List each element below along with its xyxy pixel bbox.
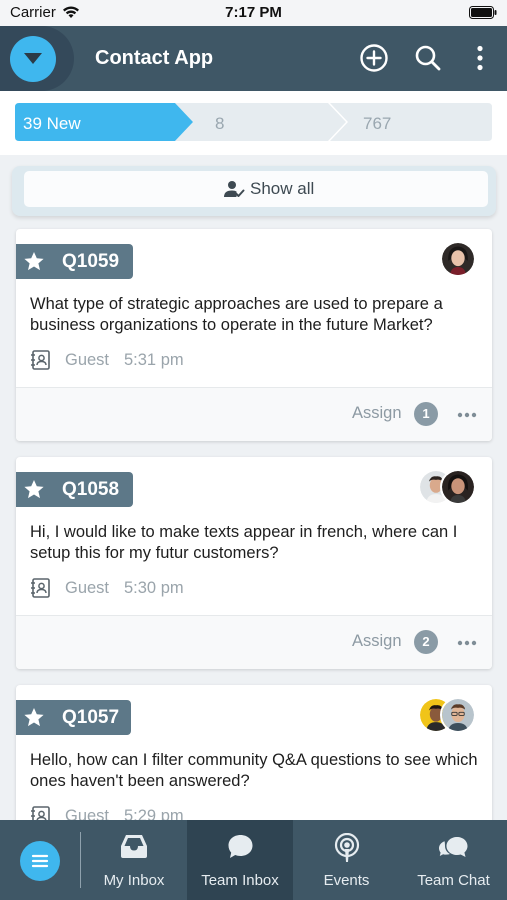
nav-item-team-inbox[interactable]: Team Inbox	[187, 820, 293, 900]
show-all-label: Show all	[250, 179, 315, 198]
question-text: What type of strategic approaches are us…	[30, 295, 443, 334]
avatar	[440, 469, 476, 505]
caret-down-icon	[24, 53, 42, 64]
nav-label: My Inbox	[103, 872, 165, 889]
question-id: Q1058	[62, 479, 120, 500]
tab-8-shape	[175, 103, 346, 141]
nav-item-events[interactable]: Events	[293, 820, 400, 900]
timestamp: 5:31 pm	[124, 351, 184, 369]
question-card[interactable]: Q1058 Hi, I would like to make texts app…	[16, 457, 492, 669]
main-menu-button[interactable]	[20, 841, 60, 881]
filter-bar: Show all	[12, 166, 496, 216]
more-vertical-icon[interactable]	[464, 42, 496, 74]
star-icon[interactable]	[23, 479, 45, 500]
author-label: Guest	[65, 351, 110, 369]
user-check-icon	[224, 181, 245, 197]
podcast-icon	[334, 833, 360, 862]
card-footer: Assign 2	[16, 615, 492, 669]
app-header: Contact App	[0, 26, 507, 91]
inbox-icon	[121, 835, 147, 858]
tab-8[interactable]: 8	[215, 114, 224, 134]
tab-767[interactable]: 767	[363, 114, 391, 134]
dropdown-menu-button[interactable]	[10, 36, 56, 82]
timestamp: 5:30 pm	[124, 579, 184, 597]
nav-item-my-inbox[interactable]: My Inbox	[81, 820, 187, 900]
status-tabs-arrows	[15, 103, 492, 141]
nav-item-team-chat[interactable]: Team Chat	[400, 820, 507, 900]
nav-label: Team Inbox	[201, 872, 279, 889]
assign-count-badge: 2	[414, 630, 438, 654]
card-footer: Assign 1	[16, 387, 492, 441]
add-circle-icon[interactable]	[358, 42, 390, 74]
question-text: Hello, how can I filter community Q&A qu…	[30, 751, 478, 790]
tab-new[interactable]: 39 New	[23, 114, 81, 134]
question-id-tag: Q1059	[16, 244, 133, 279]
battery-icon	[469, 6, 497, 19]
author-label: Guest	[65, 579, 110, 597]
star-icon[interactable]	[23, 707, 45, 728]
chat-bubbles-icon	[439, 837, 468, 857]
assign-button[interactable]: Assign	[352, 404, 402, 423]
question-id-tag: Q1058	[16, 472, 133, 507]
more-horizontal-icon[interactable]	[457, 640, 477, 646]
nav-label: Team Chat	[417, 872, 490, 889]
avatar	[440, 241, 476, 277]
assign-count-badge: 1	[414, 402, 438, 426]
status-bar: Carrier 7:17 PM	[0, 0, 507, 26]
show-all-button[interactable]: Show all	[24, 171, 488, 207]
question-card[interactable]: Q1059 What type of strategic approaches …	[16, 229, 492, 441]
search-icon[interactable]	[412, 42, 444, 74]
star-icon[interactable]	[23, 251, 45, 272]
status-time: 7:17 PM	[225, 4, 282, 21]
contact-card-icon	[31, 350, 50, 370]
page-title: Contact App	[95, 47, 214, 69]
hamburger-icon	[31, 854, 49, 868]
assign-button[interactable]: Assign	[352, 632, 402, 651]
question-text: Hi, I would like to make texts appear in…	[30, 523, 458, 562]
chat-bubble-icon	[228, 835, 253, 858]
nav-label: Events	[323, 872, 370, 889]
bottom-nav: My Inbox Team Inbox Events Team Chat	[0, 820, 507, 900]
avatar	[440, 697, 476, 733]
contact-card-icon	[31, 578, 50, 598]
question-id: Q1057	[62, 707, 120, 728]
question-id-tag: Q1057	[16, 700, 131, 735]
tab-767-shape	[330, 103, 492, 141]
question-id: Q1059	[62, 251, 120, 272]
more-horizontal-icon[interactable]	[457, 412, 477, 418]
